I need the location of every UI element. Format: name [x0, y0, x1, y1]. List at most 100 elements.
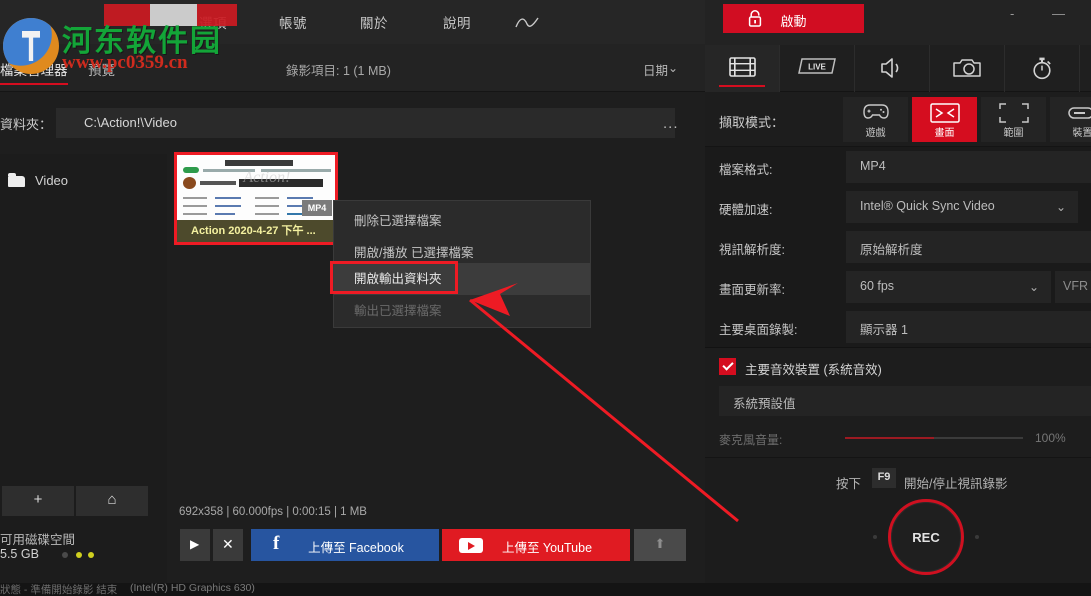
file-manager-tabbar: 檔案管理器 預覽 錄影項目: 1 (1 MB) 日期 ⌄: [0, 44, 705, 92]
disk-space-value: 5.5 GB: [0, 547, 39, 561]
tab-file-manager[interactable]: 檔案管理器: [0, 59, 68, 79]
gamepad-icon: [843, 103, 908, 125]
film-icon: [705, 57, 779, 82]
right-bottom-bar: [705, 583, 1091, 596]
capture-mode-game[interactable]: 遊戲: [843, 97, 908, 142]
setting-file-format-label: 檔案格式:: [719, 159, 772, 178]
speaker-icon: [855, 57, 929, 84]
mic-volume-label: 麥克風音量:: [719, 431, 782, 448]
sort-label[interactable]: 日期: [643, 60, 668, 79]
setting-video-resolution-field[interactable]: 原始解析度: [846, 231, 1091, 263]
context-menu-item-open-output-folder[interactable]: 開啟輸出資料夾: [334, 263, 590, 295]
context-menu: 刪除已選擇檔案 開啟/播放 已選擇檔案 開啟輸出資料夾 輸出已選擇檔案: [333, 200, 591, 328]
thumbnail-caption: Action 2020-4-27 下午 ...: [177, 220, 335, 242]
setting-primary-desktop-label: 主要桌面錄製:: [719, 319, 797, 338]
menu-item-about[interactable]: 關於: [360, 12, 388, 32]
action-recorder-window: 選項 帳號 關於 說明 檔案管理器 預覽 錄影項目: 1 (1 MB) 日期 ⌄…: [0, 0, 1091, 596]
capture-mode-screen-label: 畫面: [912, 124, 977, 139]
setting-video-resolution-label: 視訊解析度:: [719, 239, 785, 258]
upload-youtube-label: 上傳至 YouTube: [464, 537, 630, 556]
capture-mode-device[interactable]: 裝置: [1050, 97, 1091, 142]
menu-item-help[interactable]: 說明: [443, 12, 471, 32]
capture-mode-label: 擷取模式：: [719, 112, 784, 131]
disk-space-label: 可用磁碟空間: [0, 529, 75, 548]
setting-primary-desktop-field[interactable]: 顯示器 1: [846, 311, 1091, 343]
tree-item-video[interactable]: Video: [0, 169, 167, 195]
setting-video-resolution: 視訊解析度: 原始解析度: [705, 227, 1091, 267]
play-button[interactable]: ▶: [180, 529, 210, 561]
camera-icon: [930, 57, 1004, 83]
activate-button[interactable]: 啟動: [723, 4, 864, 33]
rec-left-dot: [873, 535, 877, 539]
home-folder-icon: ⌂: [76, 491, 148, 508]
tab-benchmark[interactable]: [1005, 45, 1080, 92]
capture-mode-region[interactable]: 範圍: [981, 97, 1046, 142]
setting-framerate-label: 畫面更新率:: [719, 279, 785, 298]
minimize-button[interactable]: -: [1010, 6, 1014, 21]
record-zone: 按下 F9 開始/停止視訊錄影 REC: [705, 457, 1091, 583]
setting-file-format-field[interactable]: MP4: [846, 151, 1091, 183]
delete-button[interactable]: ✕: [213, 529, 243, 561]
setting-hardware-accel-value: Intel® Quick Sync Video: [860, 199, 995, 213]
folder-path-field[interactable]: C:\Action!\Video: [56, 108, 675, 138]
mic-volume-slider[interactable]: [845, 437, 1023, 439]
capture-mode-row: 擷取模式： 遊戲: [705, 92, 1091, 147]
chevron-down-icon[interactable]: ⌄: [1029, 280, 1039, 294]
setting-hardware-accel-label: 硬體加速:: [719, 199, 772, 218]
setting-framerate-field[interactable]: 60 fps ⌄: [846, 271, 1051, 303]
thumbnail-overlay-text: Action!: [243, 169, 290, 187]
upload-youtube-button[interactable]: 上傳至 YouTube: [442, 529, 630, 561]
svg-text:LIVE: LIVE: [808, 63, 826, 72]
stopwatch-icon: [1005, 57, 1079, 85]
record-hint-suffix: 開始/停止視訊錄影: [904, 473, 1007, 492]
chevron-down-icon[interactable]: ⌄: [1056, 200, 1066, 214]
activate-label: 啟動: [723, 11, 864, 30]
audio-settings: 主要音效裝置 (系統音效) 系統預設值 麥克風音量: 100%: [705, 347, 1091, 457]
capture-mode-region-label: 範圍: [981, 124, 1046, 139]
capture-mode-game-label: 遊戲: [843, 124, 908, 139]
tab-audio[interactable]: [855, 45, 930, 92]
tab-screenshot[interactable]: [930, 45, 1005, 92]
plus-icon: +: [2, 491, 74, 508]
menu-item-account[interactable]: 帳號: [279, 12, 307, 32]
open-folder-button[interactable]: ⌂: [76, 486, 148, 516]
recording-settings-list: 檔案格式: MP4 硬體加速: Intel® Quick Sync Video …: [705, 147, 1091, 347]
vfr-label: VFR: [1063, 279, 1088, 293]
folder-browse-button[interactable]: ...: [663, 115, 679, 132]
upload-button[interactable]: ⬆: [634, 529, 686, 561]
recorder-settings-panel: 啟動 - —: [705, 0, 1091, 596]
setting-primary-desktop: 主要桌面錄製: 顯示器 1: [705, 307, 1091, 347]
audio-enable-label: 主要音效裝置 (系統音效): [745, 359, 882, 378]
record-hotkey-label: F9: [872, 471, 896, 483]
folder-tree: Video: [0, 154, 167, 484]
status-dot-3: [88, 552, 94, 558]
tab-preview[interactable]: 預覽: [88, 59, 115, 79]
chevron-down-icon[interactable]: ⌄: [668, 61, 678, 75]
audio-enable-checkbox[interactable]: [719, 358, 736, 375]
folder-path-value: C:\Action!\Video: [84, 115, 177, 130]
recording-thumbnail[interactable]: ★★★★★ Action! MP4 Action 2020-4-27 下午 ..…: [174, 152, 338, 245]
add-folder-button[interactable]: +: [2, 486, 74, 516]
setting-hardware-accel-field[interactable]: Intel® Quick Sync Video ⌄: [846, 191, 1078, 223]
setting-file-format: 檔案格式: MP4: [705, 147, 1091, 187]
status-gpu-text: (Intel(R) HD Graphics 630): [130, 583, 255, 594]
tab-video[interactable]: [705, 45, 780, 92]
record-hotkey: F9: [872, 468, 896, 488]
vfr-button[interactable]: VFR: [1055, 271, 1091, 303]
menu-item-options[interactable]: 選項: [199, 12, 227, 32]
record-hint-prefix: 按下: [836, 473, 861, 492]
upload-facebook-button[interactable]: f 上傳至 Facebook: [251, 529, 439, 561]
setting-framerate-value: 60 fps: [860, 279, 894, 293]
pen-icon[interactable]: [515, 14, 541, 32]
setting-file-format-value: MP4: [860, 159, 886, 173]
capture-mode-device-label: 裝置: [1050, 124, 1091, 139]
upload-icon: ⬆: [634, 536, 686, 552]
restore-button[interactable]: —: [1052, 6, 1065, 21]
capture-mode-screen[interactable]: 畫面: [912, 97, 977, 142]
context-menu-item-delete[interactable]: 刪除已選擇檔案: [334, 205, 590, 237]
tab-live[interactable]: LIVE: [780, 45, 855, 92]
file-manager-panel: 選項 帳號 關於 說明 檔案管理器 預覽 錄影項目: 1 (1 MB) 日期 ⌄…: [0, 0, 705, 596]
file-info-text: 692x358 | 60.000fps | 0:00:15 | 1 MB: [179, 506, 367, 518]
audio-device-field[interactable]: 系統預設值: [719, 386, 1091, 416]
status-dot-2: [76, 552, 82, 558]
